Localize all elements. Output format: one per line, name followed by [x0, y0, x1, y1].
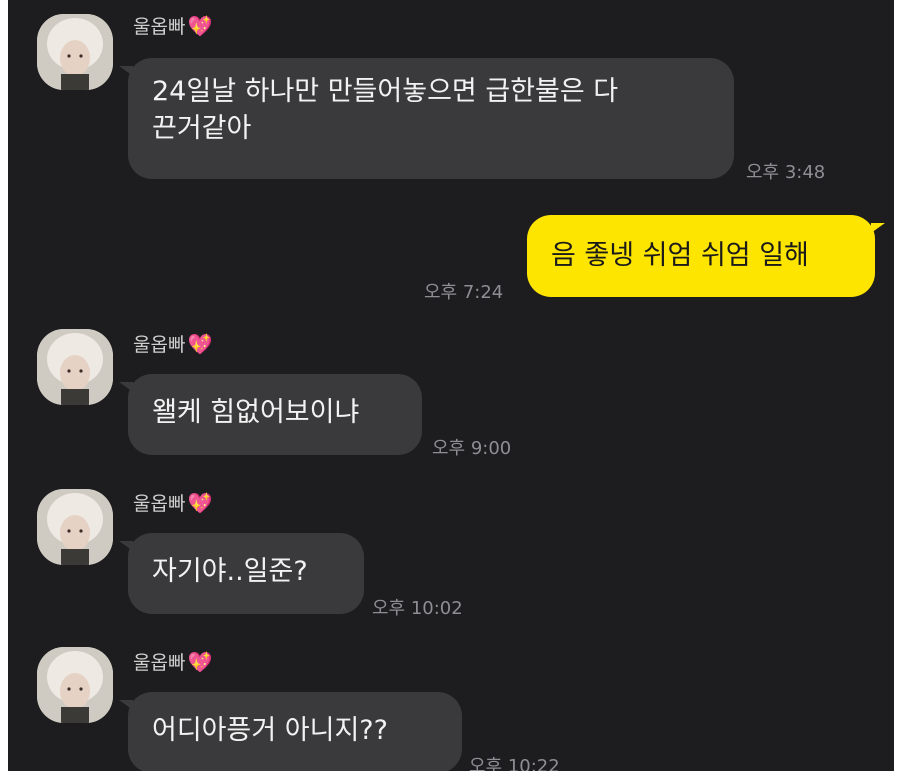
heart-icon: 💖 [187, 332, 213, 356]
chat-room[interactable]: 울옵빠 💖 24일날 하나만 만들어놓으면 급한불은 다 끈거같아 오후 3:48… [8, 0, 894, 771]
message-text-line: 자기야..일준? [152, 556, 308, 587]
message-bubble[interactable]: 24일날 하나만 만들어놓으면 급한불은 다 끈거같아 [119, 58, 734, 179]
message-timestamp: 오후 9:00 [432, 438, 512, 459]
message-bubble-outgoing[interactable]: 음 좋넹 쉬엄 쉬엄 일해 [527, 215, 885, 297]
message-timestamp: 오후 3:48 [746, 162, 826, 183]
message-text-line: 끈거같아 [152, 113, 252, 144]
message-timestamp: 오후 10:22 [469, 756, 560, 771]
sender-name-text: 울옵빠 [133, 652, 186, 674]
sender-name-text: 울옵빠 [133, 16, 186, 38]
sender-name: 울옵빠 💖 [133, 489, 212, 516]
sender-name: 울옵빠 💖 [133, 330, 212, 357]
profile-photo-icon [37, 329, 113, 405]
avatar[interactable] [37, 489, 113, 565]
profile-photo-icon [37, 14, 113, 90]
heart-icon: 💖 [187, 14, 213, 38]
sender-name-text: 울옵빠 [133, 334, 186, 356]
message-text-line: 음 좋넹 쉬엄 쉬엄 일해 [551, 240, 809, 271]
sender-name: 울옵빠 💖 [133, 648, 212, 675]
heart-icon: 💖 [187, 650, 213, 674]
sender-name-text: 울옵빠 [133, 493, 186, 515]
heart-icon: 💖 [187, 491, 213, 515]
message-timestamp: 오후 7:24 [424, 282, 504, 303]
profile-photo-icon [37, 489, 113, 565]
message-text-line: 어디아픙거 아니지?? [152, 715, 388, 746]
avatar[interactable] [37, 329, 113, 405]
message-text-line: 24일날 하나만 만들어놓으면 급한불은 다 [152, 76, 619, 107]
avatar[interactable] [37, 14, 113, 90]
message-timestamp: 오후 10:02 [372, 598, 463, 619]
sender-name: 울옵빠 💖 [133, 12, 212, 39]
message-bubble[interactable]: 왤케 힘없어보이냐 [119, 374, 422, 455]
avatar[interactable] [37, 647, 113, 723]
message-bubble[interactable]: 자기야..일준? [119, 533, 364, 614]
message-text-line: 왤케 힘없어보이냐 [152, 397, 360, 428]
profile-photo-icon [37, 647, 113, 723]
message-bubble[interactable]: 어디아픙거 아니지?? [119, 692, 462, 771]
